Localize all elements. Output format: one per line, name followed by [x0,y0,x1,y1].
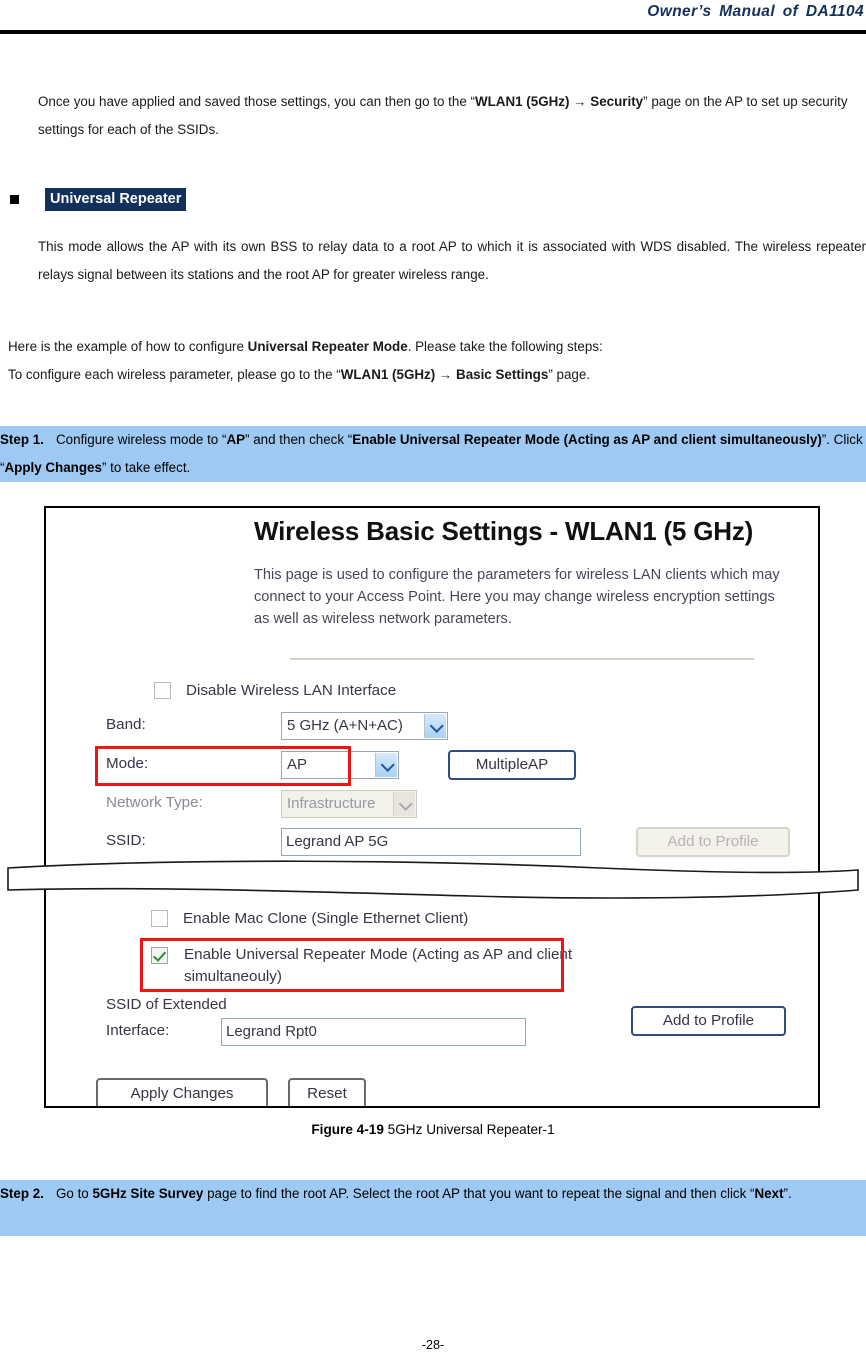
chevron-down-icon [393,792,415,816]
row-band: Band: 5 GHz (A+N+AC) [106,712,586,742]
ssid-extended-label-line2: Interface: [106,1022,170,1039]
example-text-1: Here is the example of how to configure [8,339,248,354]
add-to-profile-top-button: Add to Profile [636,827,790,857]
page-footer: -28- [0,1338,866,1352]
figure-caption-text: 5GHz Universal Repeater-1 [387,1122,555,1137]
square-bullet-icon [10,195,19,204]
chevron-down-icon [424,714,446,738]
row-disable-wlan: Disable Wireless LAN Interface [154,678,574,708]
figure-number: Figure 4-19 [311,1122,384,1137]
intro-bold-wlan-security: WLAN1 (5GHz) → Security [474,94,644,109]
ssid-label: SSID: [106,832,146,849]
add-to-profile-bottom-button[interactable]: Add to Profile [631,1006,786,1036]
goto-paragraph: To configure each wireless parameter, pl… [8,361,866,389]
step-1-text-1: Configure wireless mode to “ [56,432,227,447]
example-bold-mode: Universal Repeater Mode [247,339,408,354]
step-2-bold-next: Next [754,1186,784,1201]
ssid-extended-input[interactable]: Legrand Rpt0 [221,1018,526,1046]
page-number: -28- [421,1338,445,1352]
step-2-label: Step 2. [0,1186,44,1201]
example-text-2: . Please take the following steps: [407,339,603,354]
band-select-value: 5 GHz (A+N+AC) [287,717,403,734]
step-1-block: Step 1. Configure wireless mode to “AP” a… [0,426,866,482]
chevron-down-icon [375,753,397,777]
step-1-bold-apply: Apply Changes [4,460,102,475]
row-mac-clone: Enable Mac Clone (Single Ethernet Client… [151,906,631,936]
ssid-input[interactable]: Legrand AP 5G [281,828,581,856]
disable-wireless-lan-label: Disable Wireless LAN Interface [186,682,397,699]
cutaway-strip [0,856,866,902]
screenshot-figure: Wireless Basic Settings - WLAN1 (5 GHz) … [44,506,820,1108]
row-network-type: Network Type: Infrastructure [106,790,586,820]
step-2-text-3: ”. [783,1186,792,1201]
goto-bold-path: WLAN1 (5GHz) → Basic Settings [340,367,549,382]
band-label: Band: [106,716,146,733]
row-action-buttons: Apply Changes Reset [96,1078,596,1106]
network-type-select: Infrastructure [281,790,417,818]
multiple-ap-button[interactable]: MultipleAP [448,750,576,780]
disable-wireless-lan-checkbox[interactable] [154,682,171,699]
row-ssid: SSID: Legrand AP 5G Add to Profile [106,827,806,858]
red-annotation-mode [95,746,351,786]
step-2-text-1: Go to [56,1186,93,1201]
header-divider [0,30,866,34]
row-ssid-extended: SSID of Extended Interface: Legrand Rpt0… [106,996,806,1056]
manual-title: Owner’s Manual of DA1104 [647,3,864,20]
intro-paragraph: Once you have applied and saved those se… [38,88,866,144]
figure-caption: Figure 4-19 5GHz Universal Repeater-1 [0,1122,866,1137]
red-annotation-universal-repeater [140,938,564,992]
network-type-label: Network Type: [106,794,203,811]
section-heading-row: Universal Repeater [10,188,410,214]
enable-mac-clone-label: Enable Mac Clone (Single Ethernet Client… [183,910,469,927]
network-type-select-value: Infrastructure [287,795,376,812]
section-description: This mode allows the AP with its own BSS… [38,239,866,282]
step-1-text: Step 1. Configure wireless mode to “AP” a… [0,426,866,482]
goto-text-2: ” page. [548,367,591,382]
step-2-text-2: page to find the root AP. Select the roo… [203,1186,755,1201]
step-2-bold-site-survey: 5GHz Site Survey [92,1186,204,1201]
enable-mac-clone-checkbox[interactable] [151,910,168,927]
screenshot-page-description: This page is used to configure the param… [254,567,780,627]
step-1-bold-ap: AP [226,432,246,447]
step-1-bold-repeater: Enable Universal Repeater Mode (Acting a… [352,432,822,447]
step-1-text-4: ” to take effect. [101,460,191,475]
section-heading-universal-repeater: Universal Repeater [45,188,187,211]
step-2-text: Step 2. Go to 5GHz Site Survey page to fi… [0,1180,866,1208]
ssid-extended-label-line1: SSID of Extended [106,996,227,1013]
screenshot-divider [290,658,754,660]
goto-text-1: To configure each wireless parameter, pl… [8,367,341,382]
apply-changes-button[interactable]: Apply Changes [96,1078,268,1106]
example-paragraph: Here is the example of how to configure … [8,333,866,361]
step-1-label: Step 1. [0,432,44,447]
intro-text-1: Once you have applied and saved those se… [38,94,475,109]
band-select[interactable]: 5 GHz (A+N+AC) [281,712,448,740]
screenshot-page-title: Wireless Basic Settings - WLAN1 (5 GHz) [254,516,754,546]
reset-button[interactable]: Reset [288,1078,366,1106]
page-header: Owner’s Manual of DA1104 [0,0,866,34]
step-2-block: Step 2. Go to 5GHz Site Survey page to fi… [0,1180,866,1236]
step-1-text-2: ” and then check “ [245,432,353,447]
